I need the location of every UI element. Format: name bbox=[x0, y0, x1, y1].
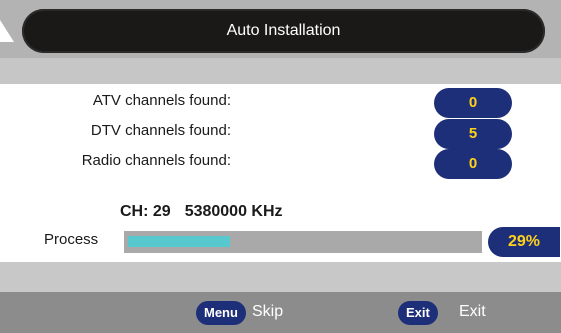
menu-key-button[interactable]: Menu bbox=[196, 301, 246, 325]
auto-installation-screen: Auto Installation ATV channels found: 0 … bbox=[0, 0, 561, 333]
skip-label: Skip bbox=[252, 303, 284, 320]
radio-channels-count: 0 bbox=[434, 149, 512, 179]
footer-divider-band bbox=[0, 262, 561, 292]
dtv-channels-label: DTV channels found: bbox=[90, 122, 231, 139]
process-label: Process bbox=[44, 231, 99, 248]
progress-bar bbox=[124, 231, 482, 253]
scan-status: CH: 29 5380000 KHz bbox=[120, 203, 283, 221]
header-notch bbox=[0, 20, 14, 42]
channel-number: CH: 29 bbox=[120, 203, 171, 220]
atv-channels-count: 0 bbox=[434, 88, 512, 118]
dtv-channels-count: 5 bbox=[434, 119, 512, 149]
header-divider-band bbox=[0, 58, 561, 84]
progress-fill bbox=[128, 236, 230, 247]
exit-key-button[interactable]: Exit bbox=[398, 301, 438, 325]
page-title: Auto Installation bbox=[22, 9, 545, 53]
exit-label: Exit bbox=[459, 303, 486, 320]
radio-channels-label: Radio channels found: bbox=[81, 152, 231, 169]
footer-bar: Menu Skip Exit Exit bbox=[0, 292, 561, 333]
atv-channels-label: ATV channels found: bbox=[92, 92, 231, 109]
progress-percent: 29% bbox=[488, 227, 560, 257]
channel-frequency: 5380000 KHz bbox=[184, 203, 283, 220]
header-bar: Auto Installation bbox=[0, 0, 561, 58]
